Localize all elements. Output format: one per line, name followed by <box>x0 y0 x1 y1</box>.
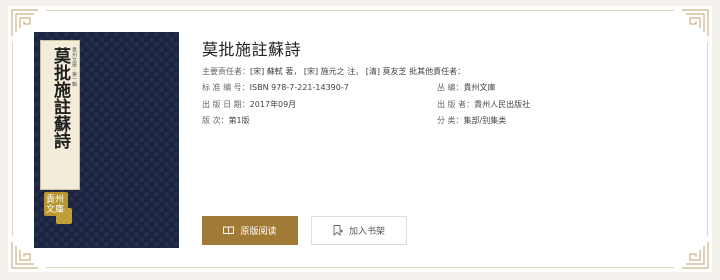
frame-border-right <box>707 42 708 236</box>
isbn-value: ISBN 978-7-221-14390-7 <box>249 83 349 92</box>
cover-title-label: 莫批施註蘇詩 貴州文庫 · 第一輯 <box>40 40 80 190</box>
frame-border-bottom <box>46 267 674 268</box>
edition-label: 版 次： <box>202 116 229 125</box>
corner-ornament-icon <box>680 8 710 38</box>
cover-stamp-text: 貴州文庫 <box>46 195 65 215</box>
series-row: 丛 编：貴州文庫 <box>437 82 496 93</box>
frame-border-top <box>46 10 674 11</box>
publisher-row: 出 版 者：貴州人民出版社 <box>437 99 530 110</box>
publisher-value: 貴州人民出版社 <box>474 100 531 109</box>
edition-row: 版 次：第1版 <box>202 115 250 126</box>
frame-border-left <box>12 42 13 236</box>
category-row: 分 类：集部/别集类 <box>437 115 506 126</box>
read-original-label: 原版阅读 <box>240 227 277 237</box>
category-label: 分 类： <box>437 116 464 125</box>
category-value: 集部/别集类 <box>463 116 507 125</box>
cover-subtitle: 貴州文庫 · 第一輯 <box>71 47 77 87</box>
responsibility-value: [宋] 蘇軾 著， [宋] 施元之 注， [清] 莫友芝 批其他責任者： <box>250 67 466 76</box>
isbn-label: 标 准 编 号： <box>202 83 250 92</box>
read-original-button[interactable]: 原版阅读 <box>202 216 298 245</box>
cover-title: 莫批施註蘇詩 <box>50 47 70 149</box>
responsibility-label: 主要责任者： <box>202 67 250 76</box>
corner-ornament-icon <box>680 240 710 270</box>
publish-date-row: 出 版 日 期：2017年09月 <box>202 99 296 110</box>
isbn-row: 标 准 编 号：ISBN 978-7-221-14390-7 <box>202 82 349 93</box>
series-value: 貴州文庫 <box>463 83 496 92</box>
edition-value: 第1版 <box>228 116 250 125</box>
publish-date-value: 2017年09月 <box>249 100 297 109</box>
responsibility-row: 主要责任者：[宋] 蘇軾 著， [宋] 施元之 注， [清] 莫友芝 批其他責任… <box>202 66 465 77</box>
publish-date-label: 出 版 日 期： <box>202 100 250 109</box>
publisher-label: 出 版 者： <box>437 100 475 109</box>
series-label: 丛 编： <box>437 83 464 92</box>
book-detail-panel: 莫批施註蘇詩 貴州文庫 · 第一輯 貴州文庫 莫批施註蘇詩 主要责任者：[宋] … <box>8 6 712 272</box>
add-to-shelf-label: 加入书架 <box>348 227 385 237</box>
add-to-shelf-button[interactable]: 加入书架 <box>311 216 407 245</box>
book-title: 莫批施註蘇詩 <box>202 40 302 59</box>
book-cover-image[interactable]: 莫批施註蘇詩 貴州文庫 · 第一輯 貴州文庫 <box>34 32 179 248</box>
bookmark-add-icon <box>333 225 343 236</box>
open-book-icon <box>223 226 235 235</box>
